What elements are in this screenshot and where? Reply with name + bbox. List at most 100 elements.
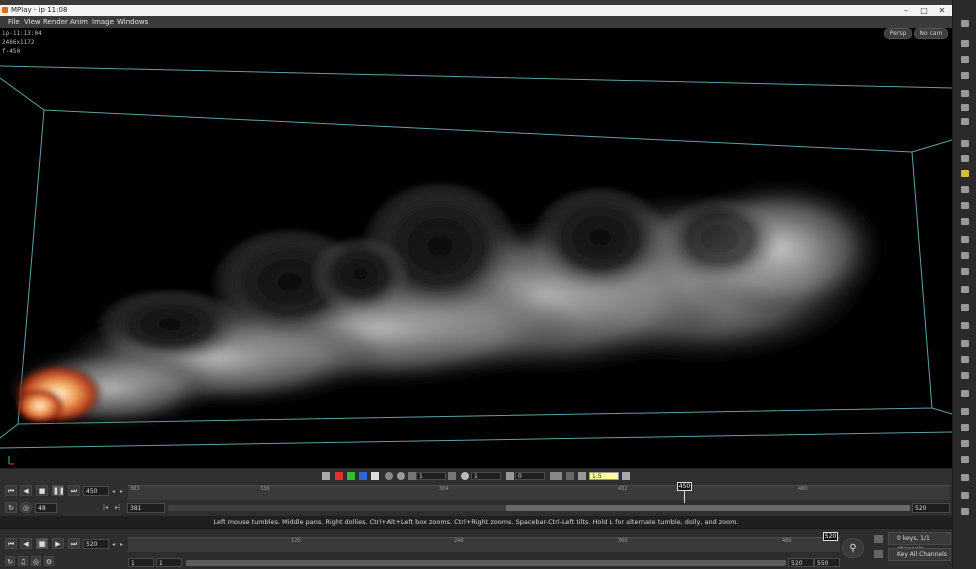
blue-channel-icon[interactable] — [359, 472, 367, 480]
menu-anim[interactable]: Anim — [70, 16, 88, 28]
ratio-field[interactable]: 1:5 — [589, 472, 619, 480]
global-audio-icon[interactable]: ♫ — [18, 556, 28, 566]
shelf-tool-icon[interactable] — [961, 508, 969, 515]
global-frame-marker[interactable]: 520 — [823, 532, 838, 541]
field-value[interactable]: 0 — [515, 472, 545, 480]
camera-menu-button[interactable]: No cam — [914, 28, 948, 39]
shelf-tool-icon[interactable] — [961, 424, 969, 431]
range-end-field[interactable]: 520 — [912, 503, 950, 513]
shelf-tool-icon[interactable] — [961, 492, 969, 499]
global-settings-icon[interactable]: ⚙ — [44, 556, 54, 566]
shelf-tool-icon[interactable] — [961, 268, 969, 275]
shelf-tool-icon[interactable] — [961, 236, 969, 243]
render-viewport[interactable]: ip-11:13:04 2486x1172 f-450 Persp No cam — [0, 28, 952, 468]
exposure-icon[interactable] — [397, 472, 405, 480]
range-start-field[interactable]: 381 — [127, 503, 165, 513]
shelf-tool-icon[interactable] — [961, 456, 969, 463]
current-frame-field[interactable]: 450 — [83, 486, 109, 496]
menu-view[interactable]: View — [24, 16, 41, 28]
realtime-icon[interactable]: ◎ — [20, 502, 32, 513]
jump-end-icon[interactable]: ⏭ — [68, 485, 80, 496]
green-channel-icon[interactable] — [347, 472, 355, 480]
global-jump-end-icon[interactable]: ⏭ — [68, 538, 80, 549]
global-range-bar[interactable] — [186, 560, 786, 566]
ratio-icon[interactable] — [578, 472, 586, 480]
display-mode-icon[interactable] — [322, 472, 330, 480]
global-realtime-icon[interactable]: ◎ — [31, 556, 41, 566]
shelf-tool-icon[interactable] — [961, 440, 969, 447]
global-current-frame-field[interactable]: 520 — [83, 539, 109, 549]
close-icon[interactable]: ✕ — [934, 5, 950, 16]
step-back-icon[interactable]: ◂ — [112, 488, 115, 495]
compare-icon[interactable] — [550, 472, 562, 480]
menu-windows[interactable]: Windows — [117, 16, 148, 28]
shelf-tool-icon[interactable] — [961, 340, 969, 347]
menu-render[interactable]: Render — [43, 16, 68, 28]
shelf-tool-icon[interactable] — [961, 90, 969, 97]
shelf-tool-icon[interactable] — [961, 286, 969, 293]
shelf-tool-icon[interactable] — [961, 186, 969, 193]
global-play-reverse-icon[interactable]: ◀ — [20, 538, 32, 549]
persp-menu-button[interactable]: Persp — [884, 28, 912, 39]
gamma-field[interactable]: 1 — [471, 472, 501, 480]
global-start-field-a[interactable]: 1 — [128, 558, 154, 567]
stop-icon[interactable]: ■ — [36, 485, 48, 496]
global-frame-ruler[interactable]: 120 240 360 480 — [128, 537, 840, 552]
shelf-tool-icon[interactable] — [961, 40, 969, 47]
global-end-field-a[interactable]: 520 — [788, 558, 814, 567]
global-play-icon[interactable]: ▶ — [52, 538, 64, 549]
global-jump-start-icon[interactable]: ⏮ — [5, 538, 17, 549]
shelf-tool-icon[interactable] — [961, 118, 969, 125]
exposure-plus-icon[interactable] — [448, 472, 456, 480]
frame-marker[interactable]: 450 — [677, 482, 692, 491]
shelf-tool-icon[interactable] — [961, 390, 969, 397]
menu-file[interactable]: File — [8, 16, 20, 28]
range-bar-active[interactable] — [506, 505, 910, 511]
shelf-tool-icon[interactable] — [961, 202, 969, 209]
shelf-tool-icon[interactable] — [961, 155, 969, 162]
shelf-tool-icon[interactable] — [961, 72, 969, 79]
step-field[interactable]: 48 — [35, 503, 57, 513]
shelf-tool-icon[interactable] — [961, 474, 969, 481]
shelf-tool-icon[interactable] — [961, 104, 969, 111]
maximize-icon[interactable]: □ — [916, 5, 932, 16]
exposure-field[interactable]: 1 — [416, 472, 446, 480]
keys-icon[interactable] — [874, 535, 883, 543]
global-start-field-b[interactable]: 1 — [156, 558, 182, 567]
shelf-tool-icon[interactable] — [961, 304, 969, 311]
field-icon[interactable] — [506, 472, 514, 480]
gamma-icon[interactable] — [461, 472, 469, 480]
range-start-icon[interactable]: |◂ — [103, 504, 108, 511]
play-reverse-icon[interactable]: ◀ — [20, 485, 32, 496]
key-icon[interactable]: ⚲ — [842, 538, 864, 558]
shelf-tool-icon[interactable] — [961, 56, 969, 63]
shelf-tool-icon[interactable] — [961, 20, 969, 27]
range-end-icon[interactable]: ▸| — [115, 504, 120, 511]
dropdown-icon[interactable] — [566, 472, 574, 480]
minimize-icon[interactable]: – — [898, 5, 914, 16]
alpha-channel-icon[interactable] — [371, 472, 379, 480]
shelf-tool-icon[interactable] — [961, 170, 969, 177]
pause-icon[interactable]: ❚❚ — [52, 485, 65, 496]
exposure-minus-icon[interactable] — [408, 472, 416, 480]
global-step-back-icon[interactable]: ◂ — [112, 541, 115, 548]
menu-image[interactable]: Image — [92, 16, 114, 28]
lut-icon[interactable] — [385, 472, 393, 480]
shelf-tool-icon[interactable] — [961, 252, 969, 259]
shelf-tool-icon[interactable] — [961, 322, 969, 329]
grid-icon[interactable] — [622, 472, 630, 480]
shelf-tool-icon[interactable] — [961, 356, 969, 363]
key-all-channels-button[interactable]: Key All Channels — [888, 548, 951, 561]
shelf-tool-icon[interactable] — [961, 372, 969, 379]
global-stop-icon[interactable]: ■ — [36, 538, 48, 549]
global-end-field-b[interactable]: 550 — [814, 558, 840, 567]
global-loop-icon[interactable]: ↻ — [5, 556, 15, 566]
shelf-tool-icon[interactable] — [961, 218, 969, 225]
jump-start-icon[interactable]: ⏮ — [5, 485, 17, 496]
red-channel-icon[interactable] — [335, 472, 343, 480]
step-forward-icon[interactable]: ▸ — [120, 488, 123, 495]
frame-ruler[interactable]: 383 336 384 432 480 — [128, 485, 950, 500]
key-all-icon[interactable] — [874, 550, 883, 558]
shelf-tool-icon[interactable] — [961, 408, 969, 415]
global-step-forward-icon[interactable]: ▸ — [120, 541, 123, 548]
